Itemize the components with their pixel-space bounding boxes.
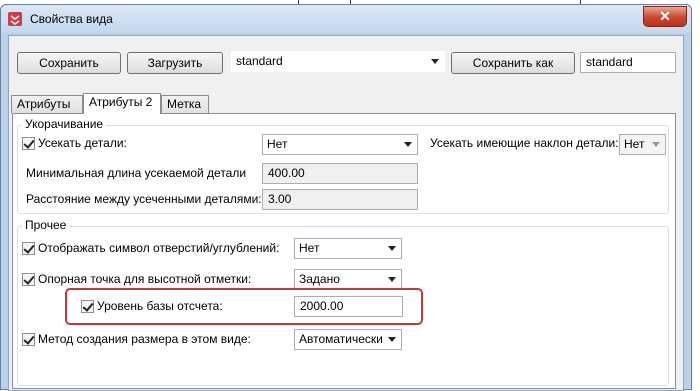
- cut-parts-value: Нет: [267, 137, 288, 151]
- cut-parts-checkbox[interactable]: [22, 137, 35, 150]
- dim-method-checkbox[interactable]: [22, 333, 35, 346]
- chevron-down-icon: [652, 142, 660, 147]
- shortening-group-label: Укорачивание: [22, 117, 107, 131]
- holes-value: Нет: [299, 241, 320, 255]
- cut-parts-label: Усекать детали:: [38, 136, 127, 150]
- view-properties-dialog: Свойства вида ✕ Сохранить Загрузить stan…: [0, 4, 692, 391]
- holes-dropdown[interactable]: Нет: [294, 238, 402, 259]
- dim-method-dropdown[interactable]: Автоматически: [294, 329, 402, 350]
- chevron-down-icon: [404, 142, 412, 147]
- ref-point-label: Опорная точка для высотной отметки:: [38, 272, 252, 286]
- attributes-2-panel: Укорачивание Усекать детали: Нет Усекать…: [12, 113, 676, 389]
- other-group-label: Прочее: [22, 218, 70, 232]
- chevron-down-icon: [388, 277, 396, 282]
- checkmark-icon: [23, 273, 35, 285]
- close-icon: ✕: [659, 8, 671, 24]
- checkmark-icon: [23, 333, 35, 345]
- cut-parts-dropdown[interactable]: Нет: [262, 134, 418, 155]
- checkmark-icon: [23, 137, 35, 149]
- holes-label: Отображать символ отверстий/углублений:: [38, 241, 280, 255]
- dialog-client-area: Сохранить Загрузить standard Сохранить к…: [8, 35, 684, 391]
- tab-attributes-1[interactable]: Атрибуты 1: [11, 95, 83, 128]
- dim-method-label: Метод создания размера в этом виде:: [38, 332, 251, 346]
- checkmark-icon: [23, 242, 35, 254]
- cut-sloped-label: Усекать имеющие наклон детали:: [430, 136, 619, 150]
- load-button[interactable]: Загрузить: [127, 52, 223, 74]
- gap-field[interactable]: 3.00: [262, 189, 418, 210]
- min-length-label: Минимальная длина усекаемой детали: [26, 166, 247, 180]
- tab-label[interactable]: Метка: [161, 95, 209, 113]
- close-button[interactable]: ✕: [643, 6, 687, 27]
- base-level-label: Уровень базы отсчета:: [97, 299, 223, 313]
- gap-label: Расстояние между усеченными деталями:: [26, 192, 262, 206]
- title-bar[interactable]: Свойства вида ✕: [1, 5, 691, 33]
- app-icon: [8, 12, 22, 26]
- chevron-down-icon: [431, 59, 439, 64]
- base-level-checkbox[interactable]: [81, 300, 94, 313]
- tab-attributes-2[interactable]: Атрибуты 2: [83, 93, 161, 114]
- chevron-down-icon: [388, 337, 396, 342]
- save-button[interactable]: Сохранить: [17, 52, 121, 74]
- save-as-name-input[interactable]: standard: [580, 52, 676, 73]
- ref-point-value: Задано: [299, 272, 340, 286]
- ref-point-dropdown[interactable]: Задано: [294, 269, 402, 290]
- save-as-button[interactable]: Сохранить как: [451, 52, 575, 74]
- base-level-input[interactable]: 2000.00: [294, 296, 403, 317]
- dim-method-value: Автоматически: [299, 332, 383, 346]
- chevron-down-icon: [388, 246, 396, 251]
- cut-sloped-value: Нет: [624, 137, 645, 151]
- holes-checkbox[interactable]: [22, 242, 35, 255]
- window-title: Свойства вида: [30, 12, 113, 26]
- cut-sloped-dropdown[interactable]: Нет: [619, 134, 666, 155]
- preset-value: standard: [236, 54, 283, 68]
- preset-dropdown[interactable]: standard: [231, 51, 445, 72]
- ref-point-checkbox[interactable]: [22, 273, 35, 286]
- min-length-field[interactable]: 400.00: [262, 163, 418, 184]
- checkmark-icon: [82, 300, 94, 312]
